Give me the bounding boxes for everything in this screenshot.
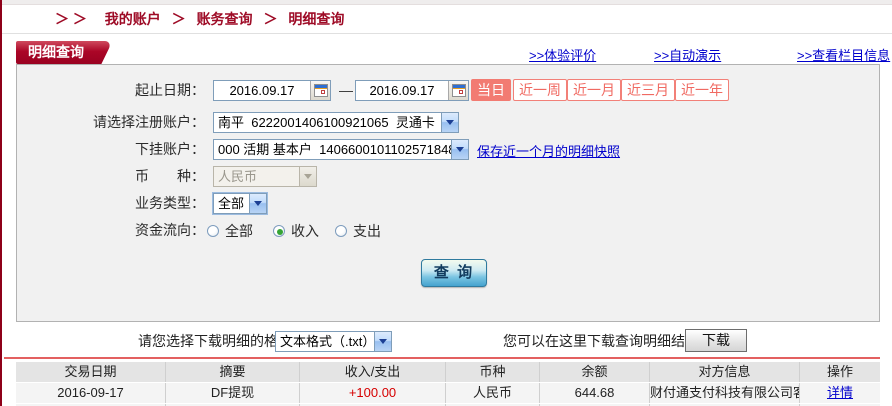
chevron-down-icon [299, 167, 316, 186]
start-date-input[interactable]: 2016.09.17 [213, 80, 331, 101]
cell-summary: DF提现 [166, 383, 300, 403]
col-header-balance: 余额 [540, 362, 650, 382]
radio-button-icon[interactable] [335, 224, 347, 237]
tab-detail-query: 明细查询 [16, 41, 94, 64]
cell-balance: 644.68 [540, 383, 650, 403]
cell-amount: +100.00 [300, 383, 446, 403]
download-hint: 您可以在这里下载查询明细结果 [503, 333, 699, 349]
breadcrumb-divider [2, 33, 892, 34]
breadcrumb-item-my-account[interactable]: 我的账户 [105, 11, 161, 27]
radio-button-icon[interactable] [207, 224, 219, 237]
query-form-panel: 起止日期： 2016.09.17 — 2016.09.17 当日 近一周 近一月… [16, 64, 880, 322]
linked-account-value: 000 活期 基本户 1406600101102571848 [218, 142, 451, 157]
left-edge-bar [0, 0, 2, 406]
download-format-select[interactable]: 文本格式（.txt） [275, 331, 392, 352]
detail-link[interactable]: 详情 [827, 385, 853, 400]
flow-radio-income[interactable]: 收入 [273, 220, 319, 241]
quick-button-today[interactable]: 当日 [471, 79, 511, 101]
breadcrumb-arrows: ＞ ＞ [55, 11, 87, 27]
register-account-value: 南平 6222001406100921065 灵通卡 [218, 115, 435, 130]
flow-option-label: 支出 [353, 222, 381, 239]
calendar-icon[interactable] [310, 81, 330, 100]
start-date-value[interactable]: 2016.09.17 [214, 81, 310, 100]
cell-trade-date: 2016-09-17 [16, 383, 166, 403]
currency-value: 人民币 [218, 169, 258, 184]
breadcrumb-separator: ＞ [171, 11, 186, 27]
calendar-icon[interactable] [448, 81, 468, 100]
chevron-down-icon[interactable] [451, 140, 468, 159]
quick-button-week[interactable]: 近一周 [513, 79, 567, 101]
tab-label: 明细查询 [28, 44, 84, 60]
col-header-income-expense: 收入/支出 [300, 362, 446, 382]
currency-select: 人民币 [213, 166, 317, 187]
link-view-column-info[interactable]: >>查看栏目信息 [797, 45, 890, 64]
flow-radio-expense[interactable]: 支出 [335, 220, 381, 241]
col-header-summary: 摘要 [166, 362, 300, 382]
quick-button-year[interactable]: 近一年 [675, 79, 729, 101]
business-type-select[interactable]: 全部 [213, 193, 267, 214]
breadcrumb-item-detail-query[interactable]: 明细查询 [288, 11, 344, 27]
date-range-label: 起止日期： [135, 82, 205, 98]
download-button[interactable]: 下载 [685, 329, 747, 352]
save-snapshot-link[interactable]: 保存近一个月的明细快照 [477, 141, 620, 160]
results-table: 交易日期 摘要 收入/支出 币种 余额 对方信息 操作 2016-09-17 D… [16, 362, 880, 406]
end-date-value[interactable]: 2016.09.17 [356, 81, 448, 100]
linked-account-select[interactable]: 000 活期 基本户 1406600101102571848 [213, 139, 469, 160]
col-header-currency: 币种 [446, 362, 540, 382]
query-button[interactable]: 查 询 [421, 259, 487, 287]
cell-currency: 人民币 [446, 383, 540, 403]
cell-counterparty: 财付通支付科技有限公司客户备付金 [650, 383, 800, 403]
chevron-down-icon[interactable] [249, 194, 266, 213]
date-range-dash: — [339, 82, 353, 98]
col-header-counterparty: 对方信息 [650, 362, 800, 382]
col-header-action: 操作 [826, 364, 853, 379]
chevron-down-icon[interactable] [441, 113, 458, 132]
currency-label: 币 种： [135, 168, 205, 184]
breadcrumb-separator: ＞ [263, 11, 278, 27]
detail-query-page: ＞ ＞ 我的账户 ＞ 账务查询 ＞ 明细查询 明细查询 >>体验评价 >>自动演… [0, 0, 892, 406]
breadcrumb-item-account-query[interactable]: 账务查询 [197, 11, 253, 27]
register-account-select[interactable]: 南平 6222001406100921065 灵通卡 [213, 112, 459, 133]
fund-flow-label: 资金流向： [135, 222, 205, 238]
radio-button-selected-icon[interactable] [273, 224, 285, 237]
link-experience-review[interactable]: >>体验评价 [529, 45, 596, 64]
chevron-down-icon[interactable] [374, 332, 391, 351]
business-type-value: 全部 [218, 196, 245, 211]
quick-button-month[interactable]: 近一月 [567, 79, 621, 101]
download-format-label: 请您选择下载明细的格式 [138, 333, 292, 349]
table-header-row: 交易日期 摘要 收入/支出 币种 余额 对方信息 操作 [16, 362, 880, 382]
breadcrumb: ＞ ＞ 我的账户 ＞ 账务查询 ＞ 明细查询 [55, 9, 344, 29]
col-header-trade-date: 交易日期 [16, 362, 166, 382]
register-account-label: 请选择注册账户： [93, 114, 205, 130]
download-format-value: 文本格式（.txt） [280, 334, 374, 349]
link-auto-demo[interactable]: >>自动演示 [654, 45, 721, 64]
business-type-label: 业务类型： [135, 195, 205, 211]
flow-radio-all[interactable]: 全部 [207, 220, 253, 241]
flow-option-label: 全部 [225, 222, 253, 239]
linked-account-label: 下挂账户： [135, 141, 205, 157]
top-edge-bar [2, 0, 892, 5]
table-top-divider [4, 357, 880, 359]
table-row: 2016-09-17 DF提现 +100.00 人民币 644.68 财付通支付… [16, 383, 880, 403]
quick-button-quarter[interactable]: 近三月 [621, 79, 675, 101]
end-date-input[interactable]: 2016.09.17 [355, 80, 469, 101]
flow-option-label: 收入 [291, 222, 319, 239]
